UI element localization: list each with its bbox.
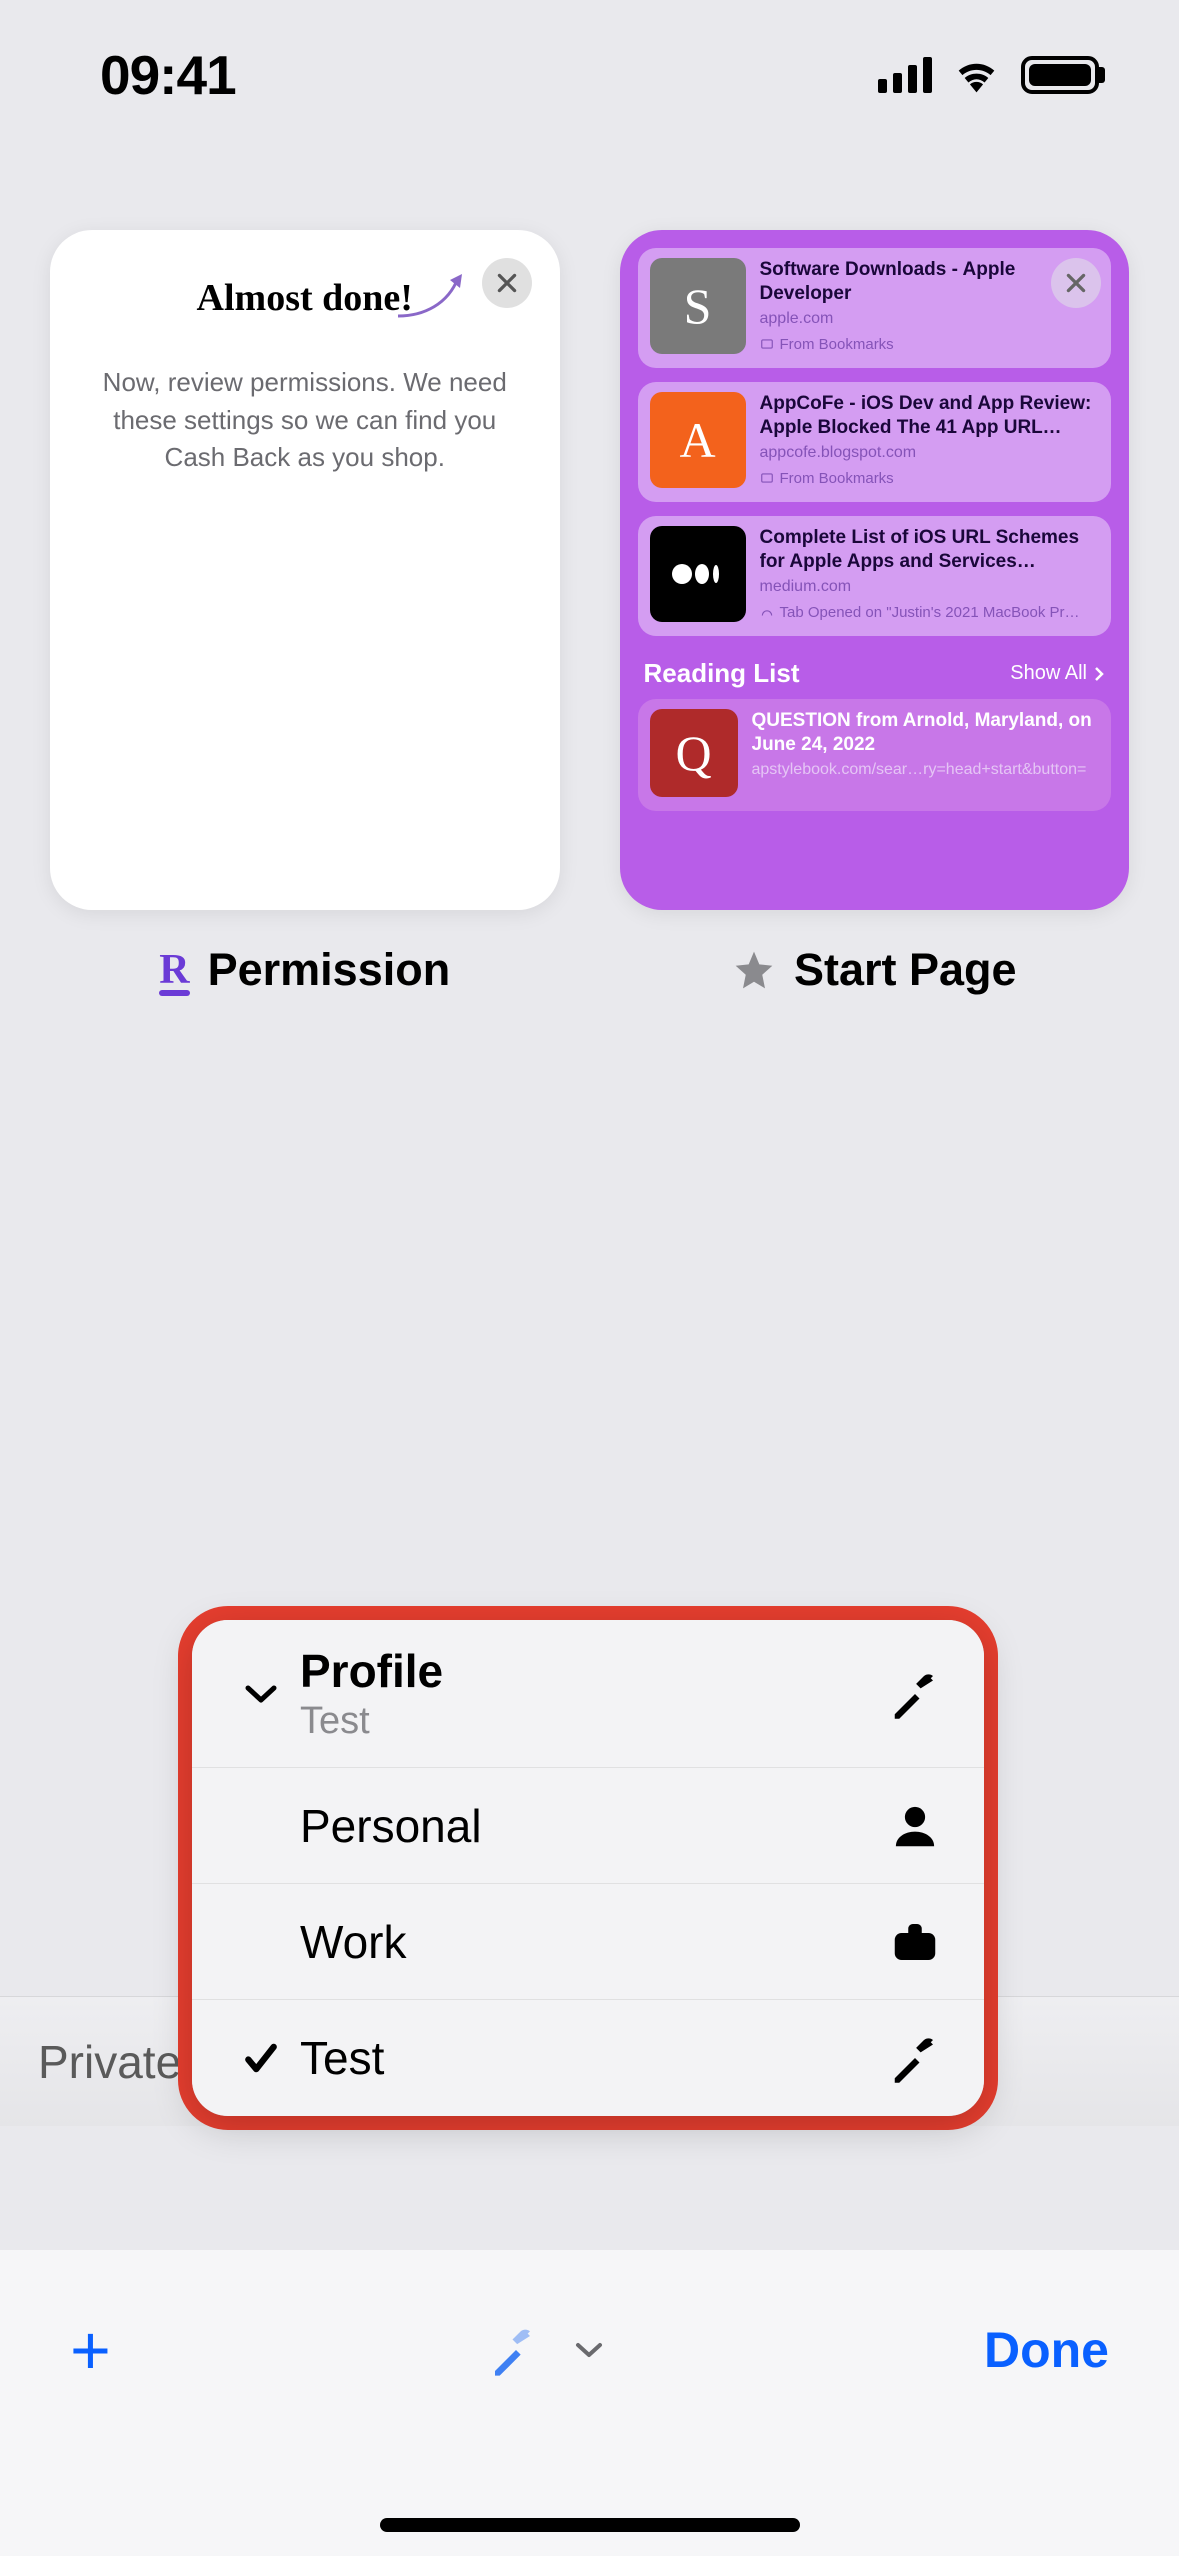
decorative-swoop-icon	[394, 270, 474, 320]
done-button[interactable]: Done	[984, 2321, 1109, 2379]
close-tab-button[interactable]	[1051, 258, 1101, 308]
tab-label: Start Page	[732, 944, 1017, 996]
startpage-card[interactable]: A AppCoFe - iOS Dev and App Review: Appl…	[638, 382, 1112, 502]
status-bar: 09:41	[0, 0, 1179, 150]
person-icon	[888, 1799, 942, 1853]
bottom-toolbar: + Done	[0, 2250, 1179, 2556]
profile-menu-title: Profile Test	[300, 1644, 888, 1743]
card-meta: From Bookmarks	[760, 336, 1100, 353]
site-icon: Q	[650, 709, 738, 797]
tab-label-text: Start Page	[794, 944, 1017, 996]
card-title: QUESTION from Arnold, Maryland, on June …	[752, 709, 1100, 757]
site-icon: A	[650, 392, 746, 488]
startpage-card[interactable]: S Software Downloads - Apple Developer a…	[638, 248, 1112, 368]
chevron-down-icon	[244, 1683, 278, 1705]
profile-item-label: Work	[300, 1915, 888, 1969]
tab-label: R Permission	[159, 944, 450, 996]
tab-label-text: Permission	[208, 944, 451, 996]
private-pill[interactable]: Private	[38, 2035, 181, 2089]
tab-thumbnail[interactable]: Almost done! Now, review permissions. We…	[50, 230, 560, 910]
tab-card[interactable]: Almost done! Now, review permissions. We…	[50, 230, 560, 996]
card-domain: appcofe.blogspot.com	[760, 444, 1100, 462]
profile-item-personal[interactable]: Personal	[192, 1768, 984, 1884]
status-icons	[878, 56, 1099, 94]
startpage-card[interactable]: Complete List of iOS URL Schemes for App…	[638, 516, 1112, 636]
star-icon	[732, 948, 776, 992]
reading-list-header: Reading List Show All	[638, 650, 1112, 699]
profile-item-label: Personal	[300, 1799, 888, 1853]
show-all-link[interactable]: Show All	[1010, 662, 1105, 685]
profile-item-work[interactable]: Work	[192, 1884, 984, 2000]
battery-icon	[1021, 56, 1099, 94]
card-domain: apstylebook.com/sear…ry=head+start&butto…	[752, 761, 1100, 779]
briefcase-icon	[888, 1915, 942, 1969]
close-tab-button[interactable]	[482, 258, 532, 308]
new-tab-button[interactable]: +	[70, 2310, 111, 2390]
cellular-icon	[878, 57, 932, 93]
card-domain: medium.com	[760, 578, 1100, 596]
profile-menu: Profile Test Personal Work Test	[192, 1620, 984, 2116]
card-meta: Tab Opened on "Justin's 2021 MacBook Pr…	[760, 604, 1100, 621]
profile-item-label: Test	[300, 2031, 888, 2085]
tab-thumbnail[interactable]: S Software Downloads - Apple Developer a…	[620, 230, 1130, 910]
card-title: Software Downloads - Apple Developer	[760, 258, 1100, 306]
hammer-icon	[888, 2031, 942, 2085]
home-indicator	[380, 2518, 800, 2532]
card-meta: From Bookmarks	[760, 470, 1100, 487]
check-icon	[242, 2039, 280, 2077]
status-time: 09:41	[100, 43, 236, 107]
thumb-body: Now, review permissions. We need these s…	[80, 364, 530, 477]
profile-item-test[interactable]: Test	[192, 2000, 984, 2116]
profile-menu-subtitle: Test	[300, 1700, 888, 1743]
highlight-annotation: Profile Test Personal Work Test	[178, 1606, 998, 2130]
profile-switcher[interactable]	[488, 2322, 606, 2378]
hammer-icon	[488, 2322, 544, 2378]
hammer-icon	[888, 1667, 942, 1721]
chevron-down-icon	[572, 2339, 606, 2361]
tab-grid: Almost done! Now, review permissions. We…	[50, 230, 1129, 996]
wifi-icon	[954, 58, 999, 93]
rakuten-icon: R	[159, 946, 189, 994]
reading-list-title: Reading List	[644, 658, 800, 689]
card-title: AppCoFe - iOS Dev and App Review: Apple …	[760, 392, 1100, 440]
site-icon: S	[650, 258, 746, 354]
startpage-card[interactable]: Q QUESTION from Arnold, Maryland, on Jun…	[638, 699, 1112, 811]
tab-card[interactable]: S Software Downloads - Apple Developer a…	[620, 230, 1130, 996]
card-domain: apple.com	[760, 310, 1100, 328]
profile-menu-header[interactable]: Profile Test	[192, 1620, 984, 1768]
card-title: Complete List of iOS URL Schemes for App…	[760, 526, 1100, 574]
site-icon	[650, 526, 746, 622]
